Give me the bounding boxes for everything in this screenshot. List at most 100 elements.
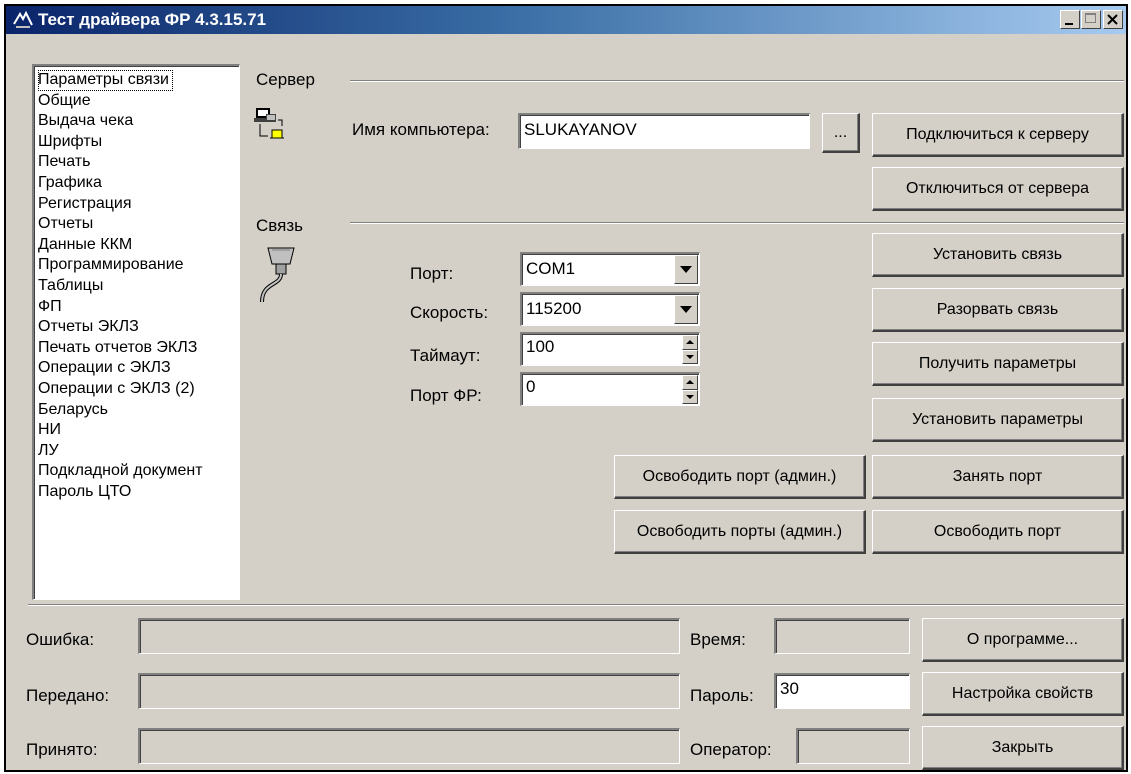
port-select[interactable]: COM1 <box>520 252 700 286</box>
establish-connection-button[interactable]: Установить связь <box>872 233 1124 277</box>
spin-up-icon[interactable] <box>682 375 698 390</box>
list-item[interactable]: Подкладной документ <box>38 461 239 482</box>
fr-port-label: Порт ФР: <box>410 386 482 405</box>
list-item[interactable]: Печать отчетов ЭКЛЗ <box>38 338 239 359</box>
sent-field <box>138 673 680 709</box>
list-item[interactable]: Беларусь <box>38 400 239 421</box>
list-item-label: Данные ККМ <box>38 235 133 253</box>
port-label: Порт: <box>410 264 454 283</box>
free-port-button[interactable]: Освободить порт <box>872 510 1124 554</box>
list-item-label: Пароль ЦТО <box>38 482 132 500</box>
server-section-label: Сервер <box>256 70 315 89</box>
list-item-label: Печать <box>38 153 91 171</box>
list-item[interactable]: Выдача чека <box>38 111 239 132</box>
timeout-value: 100 <box>526 337 555 356</box>
list-item[interactable]: ФП <box>38 297 239 318</box>
received-field <box>138 728 680 764</box>
spin-up-icon[interactable] <box>682 335 698 350</box>
connection-divider <box>350 222 1124 224</box>
list-item-label: Параметры связи <box>38 70 173 91</box>
port-dropdown-button[interactable] <box>674 255 698 284</box>
time-label: Время: <box>690 630 746 649</box>
computer-name-input[interactable]: SLUKAYANOV <box>518 113 810 149</box>
speed-select[interactable]: 115200 <box>520 292 700 326</box>
maximize-button[interactable] <box>1081 10 1101 29</box>
close-icon <box>1107 14 1118 25</box>
settings-category-list[interactable]: Параметры связи Общие Выдача чека Шрифты Печ… <box>32 64 240 600</box>
list-item-label: Таблицы <box>38 276 104 294</box>
network-computer-icon <box>254 108 284 139</box>
list-item-label: Подкладной документ <box>38 462 203 480</box>
operator-label: Оператор: <box>690 740 772 759</box>
list-item[interactable]: Таблицы <box>38 276 239 297</box>
speed-value: 115200 <box>526 299 582 318</box>
app-icon <box>13 10 33 28</box>
free-ports-admin-button[interactable]: Освободить порты (админ.) <box>614 510 866 554</box>
fr-port-spin-buttons[interactable] <box>682 375 698 404</box>
fr-port-spinbox[interactable]: 0 <box>520 372 700 406</box>
list-item-label: Операции с ЭКЛЗ <box>38 359 171 377</box>
maximize-icon <box>1085 13 1096 23</box>
list-item[interactable]: Печать <box>38 152 239 173</box>
timeout-label: Таймаут: <box>410 346 481 365</box>
title-bar[interactable]: Тест драйвера ФР 4.3.15.71 <box>6 6 1126 34</box>
list-item[interactable]: Операции с ЭКЛЗ <box>38 358 239 379</box>
spin-down-icon[interactable] <box>682 389 698 404</box>
main-window: Тест драйвера ФР 4.3.15.71 Параметры свя… <box>4 4 1128 772</box>
sent-label: Передано: <box>26 686 110 705</box>
break-connection-button[interactable]: Разорвать связь <box>872 288 1124 332</box>
list-item[interactable]: Общие <box>38 91 239 112</box>
timeout-spinbox[interactable]: 100 <box>520 332 700 366</box>
disconnect-server-button[interactable]: Отключиться от сервера <box>872 167 1124 211</box>
list-item[interactable]: Операции с ЭКЛЗ (2) <box>38 379 239 400</box>
take-port-button[interactable]: Занять порт <box>872 455 1124 499</box>
list-item[interactable]: ЛУ <box>38 441 239 462</box>
list-item[interactable]: Данные ККМ <box>38 235 239 256</box>
list-item[interactable]: Отчеты ЭКЛЗ <box>38 317 239 338</box>
serial-cable-icon <box>260 247 295 303</box>
chevron-down-icon <box>680 266 692 273</box>
chevron-down-icon <box>680 306 692 313</box>
list-item[interactable]: Отчеты <box>38 214 239 235</box>
list-item[interactable]: Программирование <box>38 255 239 276</box>
operator-field <box>796 728 910 764</box>
about-button[interactable]: О программе... <box>922 618 1124 662</box>
status-divider <box>28 604 1124 606</box>
list-item[interactable]: Шрифты <box>38 132 239 153</box>
window-title: Тест драйвера ФР 4.3.15.71 <box>38 10 267 29</box>
list-item-label: Программирование <box>38 256 184 274</box>
minimize-icon <box>1065 23 1073 25</box>
password-input[interactable]: 30 <box>774 673 910 709</box>
error-field <box>138 618 680 654</box>
speed-dropdown-button[interactable] <box>674 295 698 324</box>
free-port-admin-button[interactable]: Освободить порт (админ.) <box>614 455 866 499</box>
list-item-label: Общие <box>38 91 91 109</box>
port-value: COM1 <box>526 259 576 278</box>
settings-button[interactable]: Настройка свойств <box>922 672 1124 716</box>
close-button[interactable]: Закрыть <box>922 726 1124 770</box>
minimize-button[interactable] <box>1060 10 1080 29</box>
fr-port-value: 0 <box>526 377 536 396</box>
set-parameters-button[interactable]: Установить параметры <box>872 398 1124 442</box>
list-item[interactable]: Пароль ЦТО <box>38 482 239 503</box>
list-item[interactable]: Регистрация <box>38 194 239 215</box>
list-item-label: НИ <box>38 421 62 439</box>
list-item[interactable]: Параметры связи <box>38 70 239 91</box>
list-item-label: Отчеты ЭКЛЗ <box>38 318 139 336</box>
list-item-label: Печать отчетов ЭКЛЗ <box>38 338 198 356</box>
connect-server-button[interactable]: Подключиться к серверу <box>872 113 1124 157</box>
password-label: Пароль: <box>690 686 754 705</box>
list-item-label: Выдача чека <box>38 112 134 130</box>
list-item[interactable]: Графика <box>38 173 239 194</box>
server-divider <box>350 80 1124 82</box>
time-field <box>774 618 910 654</box>
get-parameters-button[interactable]: Получить параметры <box>872 342 1124 386</box>
close-window-button[interactable] <box>1103 10 1123 29</box>
timeout-spin-buttons[interactable] <box>682 335 698 364</box>
list-item[interactable]: НИ <box>38 420 239 441</box>
list-item-label: ЛУ <box>38 441 59 459</box>
spin-down-icon[interactable] <box>682 349 698 364</box>
connection-section-label: Связь <box>256 216 303 235</box>
browse-computer-button[interactable]: ... <box>822 113 860 153</box>
received-label: Принято: <box>26 740 98 759</box>
